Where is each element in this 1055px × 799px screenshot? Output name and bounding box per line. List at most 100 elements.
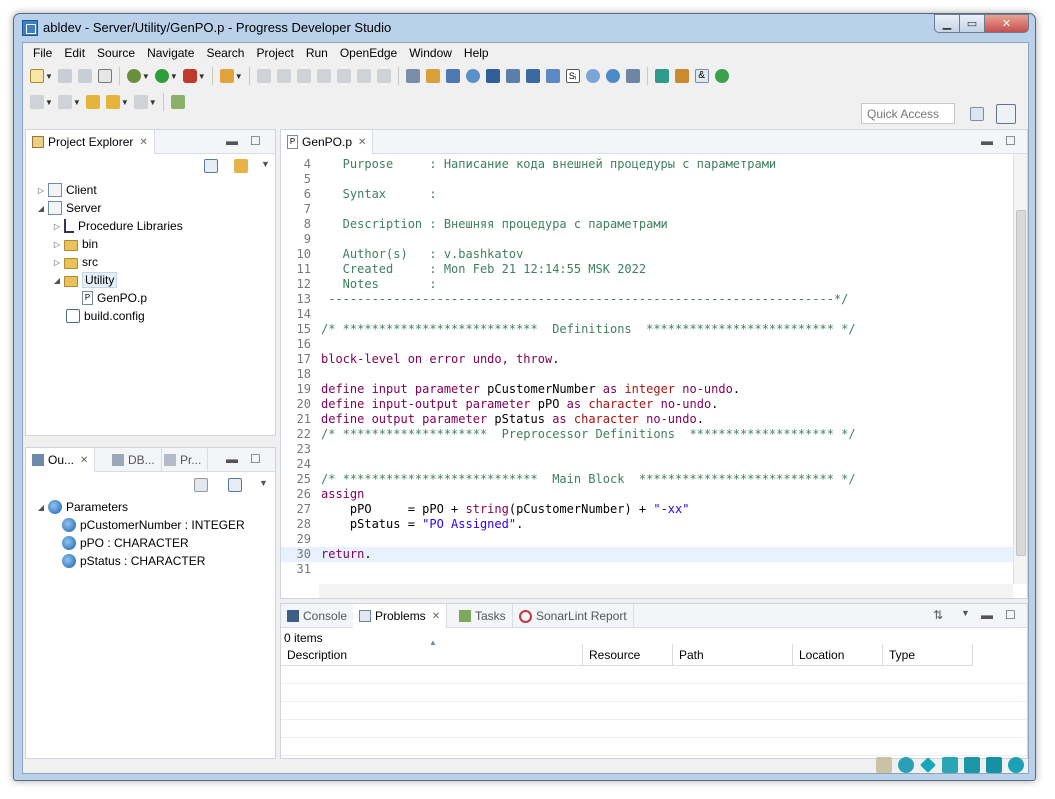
scroll-thumb[interactable] (1016, 210, 1026, 556)
status-star-icon[interactable] (920, 757, 936, 773)
code-line[interactable]: 19 define input parameter pCustomerNumber… (281, 382, 741, 397)
tree-item-procedure-libraries[interactable]: ▷ Procedure Libraries (52, 217, 183, 235)
save-icon[interactable] (57, 69, 72, 83)
code-line[interactable]: 13 -------------------------------------… (281, 292, 849, 307)
column-location[interactable]: Location (793, 644, 883, 666)
tree-item-server[interactable]: ◢ Server (36, 199, 101, 217)
terminate-icon[interactable] (296, 69, 311, 83)
database-icon[interactable] (654, 69, 669, 83)
code-line[interactable]: 27 pPO = pPO + string(pCustomerNumber) +… (281, 502, 690, 517)
outline-item-pstatus[interactable]: pStatus : CHARACTER (62, 552, 205, 570)
code-line[interactable]: 14 (281, 307, 321, 322)
menu-navigate[interactable]: Navigate (141, 46, 200, 60)
code-line[interactable]: 20 define input-output parameter pPO as c… (281, 397, 719, 412)
expand-icon[interactable]: ▷ (36, 186, 46, 195)
collapse-icon[interactable]: ◢ (52, 276, 62, 285)
code-line[interactable]: 12 Notes : (281, 277, 437, 292)
tab-sonarlint-report[interactable]: SonarLint Report (513, 604, 634, 628)
code-line[interactable]: 10 Author(s) : v.bashkatov (281, 247, 524, 262)
code-line[interactable]: 16 (281, 337, 321, 352)
code-line[interactable]: 7 (281, 202, 321, 217)
format-icon[interactable] (425, 69, 440, 83)
tree-item-client[interactable]: ▷ Client (36, 181, 97, 199)
step-into-icon[interactable] (336, 69, 351, 83)
new-icon[interactable] (30, 69, 44, 83)
tab-project-explorer[interactable]: Project Explorer ✕ (26, 130, 155, 154)
code-line[interactable]: 5 (281, 172, 321, 187)
tree-item-src[interactable]: ▷ src (52, 253, 98, 271)
prev-annotation-icon[interactable] (57, 95, 72, 109)
pen-icon[interactable] (674, 69, 689, 83)
maximize-button[interactable]: ▭ (959, 14, 985, 33)
save-all-icon[interactable] (77, 69, 92, 83)
column-resource[interactable]: Resource (583, 644, 673, 666)
code-line[interactable]: 26 assign (281, 487, 365, 502)
code-line[interactable]: 28 pStatus = "PO Assigned". (281, 517, 524, 532)
editor-horizontal-scrollbar[interactable] (319, 584, 1013, 598)
run-icon[interactable] (154, 69, 169, 83)
tab-tasks[interactable]: Tasks (453, 604, 513, 628)
screen-icon[interactable] (485, 69, 500, 83)
maximize-view-icon[interactable]: ☐ (250, 134, 261, 148)
quick-access-input[interactable] (861, 103, 955, 124)
debug-icon[interactable] (126, 69, 141, 83)
code-line[interactable]: 24 (281, 457, 321, 472)
code-editor[interactable]: 4 Purpose : Написание кода внешней проце… (281, 154, 1013, 584)
minimize-view-icon[interactable]: ▬ (226, 134, 238, 148)
last-edit-icon[interactable] (85, 95, 100, 109)
menu-run[interactable]: Run (300, 46, 334, 60)
close-icon[interactable]: ✕ (80, 455, 88, 466)
step-over-icon[interactable] (356, 69, 371, 83)
grid-icon[interactable] (445, 69, 460, 83)
ampersand-icon[interactable]: & (694, 69, 709, 83)
view-menu-icon[interactable]: ▼ (261, 159, 270, 173)
menu-edit[interactable]: Edit (58, 46, 91, 60)
view-menu-icon[interactable]: ▼ (259, 478, 268, 492)
code-line[interactable]: 11 Created : Mon Feb 21 12:14:55 MSK 202… (281, 262, 647, 277)
menu-window[interactable]: Window (403, 46, 458, 60)
outline-item-pcustomernumber[interactable]: pCustomerNumber : INTEGER (62, 516, 245, 534)
close-button[interactable]: ✕ (984, 14, 1029, 33)
collapse-icon[interactable]: ◢ (36, 503, 46, 512)
suspend-icon[interactable] (276, 69, 291, 83)
editor-vertical-scrollbar[interactable] (1013, 154, 1027, 584)
code-line[interactable]: 23 (281, 442, 321, 457)
view-menu-icon[interactable]: ▼ (961, 608, 970, 618)
wand-icon[interactable] (219, 69, 234, 83)
external-tools-icon[interactable] (182, 69, 197, 83)
zoom-icon[interactable] (585, 69, 600, 83)
resume-icon[interactable] (256, 69, 271, 83)
step-return-icon[interactable] (376, 69, 391, 83)
form-icon[interactable] (525, 69, 540, 83)
code-line[interactable]: 9 (281, 232, 321, 247)
tree-item-bin[interactable]: ▷ bin (52, 235, 98, 253)
menu-openedge[interactable]: OpenEdge (334, 46, 403, 60)
maximize-editor-icon[interactable]: ☐ (1005, 134, 1016, 148)
menu-source[interactable]: Source (91, 46, 141, 60)
tab-console[interactable]: Console (281, 604, 355, 628)
minimize-view-icon[interactable]: ▬ (981, 608, 993, 622)
disconnect-icon[interactable] (316, 69, 331, 83)
filter-icon[interactable]: ⇅ (933, 608, 943, 622)
open-perspective-icon[interactable] (970, 106, 984, 121)
menu-project[interactable]: Project (250, 46, 299, 60)
column-description[interactable]: Description (281, 644, 583, 666)
code-line[interactable]: 6 Syntax : (281, 187, 437, 202)
minimize-editor-icon[interactable]: ▬ (981, 134, 993, 148)
code-line[interactable]: 31 (281, 562, 321, 577)
toggle-comment-icon[interactable] (405, 69, 420, 83)
sort-icon[interactable] (194, 478, 208, 492)
expand-icon[interactable]: ▷ (52, 240, 62, 249)
tab-problems[interactable]: Problems ✕ (353, 604, 448, 628)
code-line[interactable]: 18 (281, 367, 321, 382)
code-line[interactable]: 4 Purpose : Написание кода внешней проце… (281, 157, 776, 172)
link-editor-icon[interactable] (234, 159, 248, 173)
tab-db-structure[interactable]: DB... (106, 448, 162, 472)
code-line[interactable]: 17 block-level on error undo, throw. (281, 352, 560, 367)
search-icon[interactable] (465, 69, 480, 83)
forward-icon[interactable] (133, 95, 148, 109)
pin-editor-icon[interactable] (170, 95, 185, 109)
tab-properties[interactable]: Pr... (158, 448, 209, 472)
expand-icon[interactable]: ▷ (52, 258, 62, 267)
status-board-icon[interactable] (964, 757, 980, 773)
